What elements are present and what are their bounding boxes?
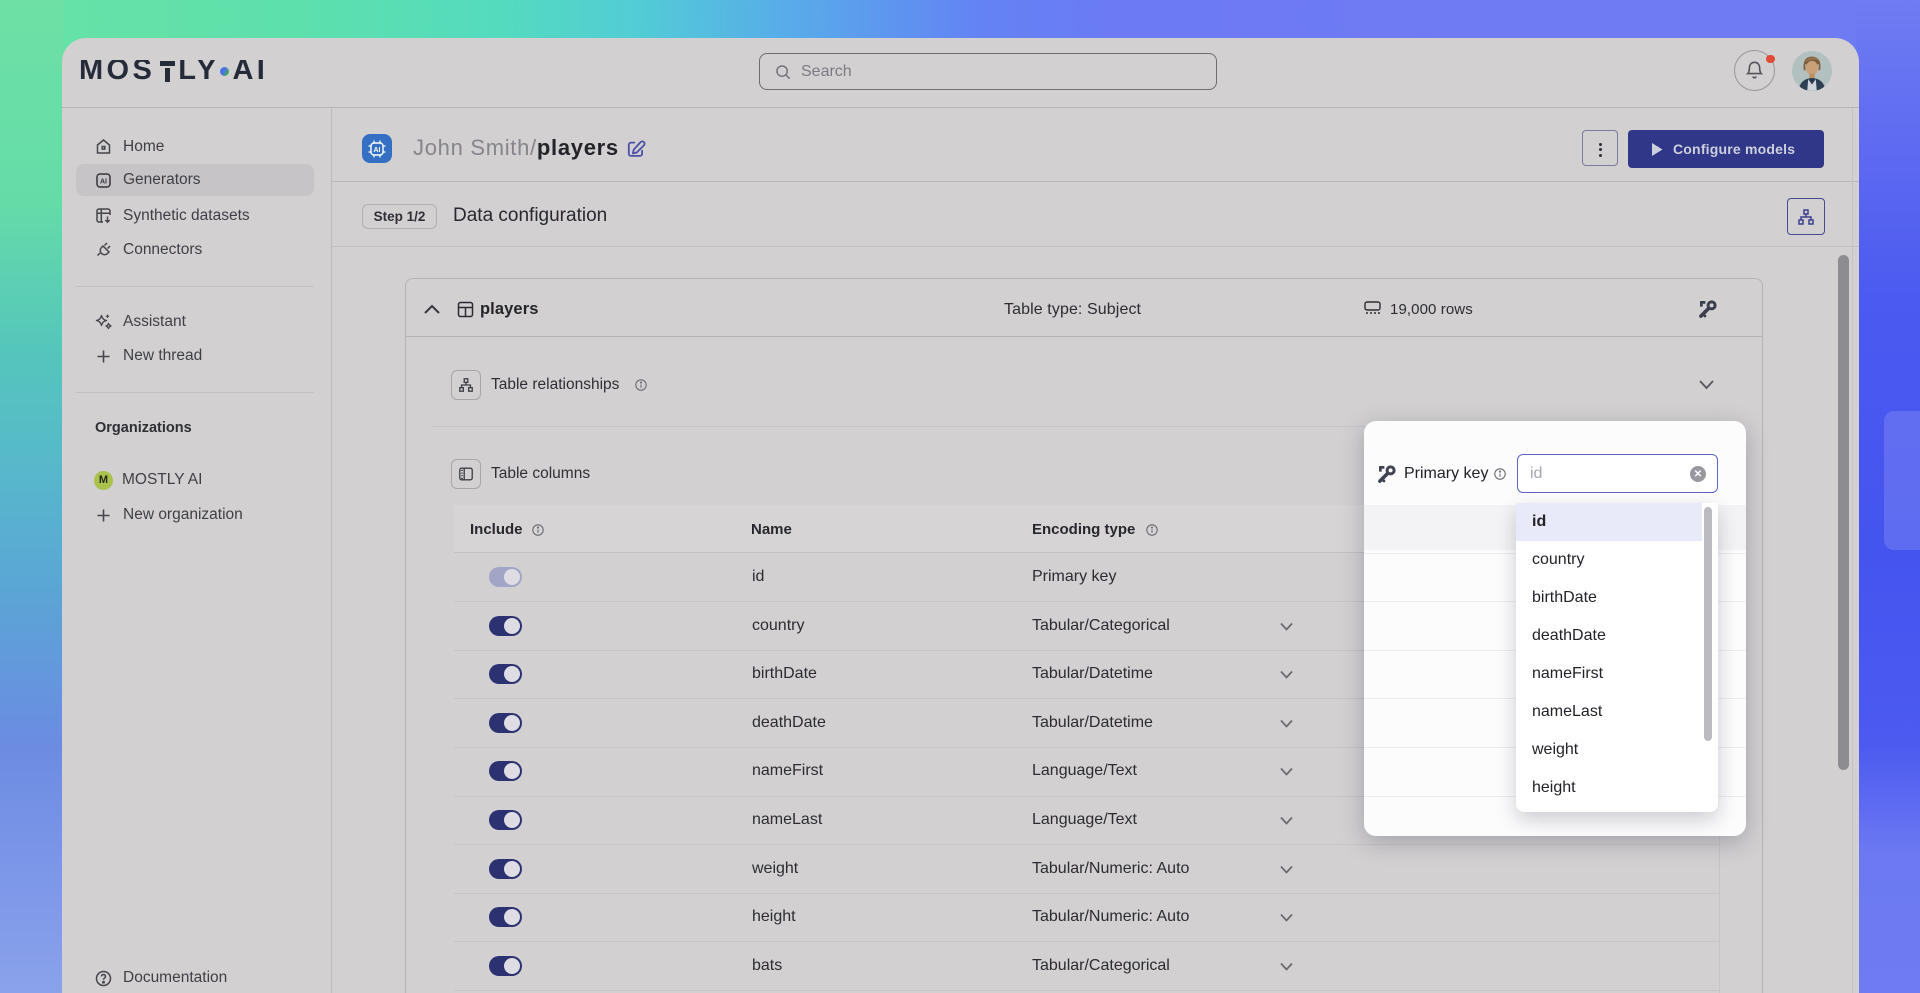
svg-text:AI: AI (100, 178, 107, 185)
svg-text:AI: AI (374, 147, 381, 154)
